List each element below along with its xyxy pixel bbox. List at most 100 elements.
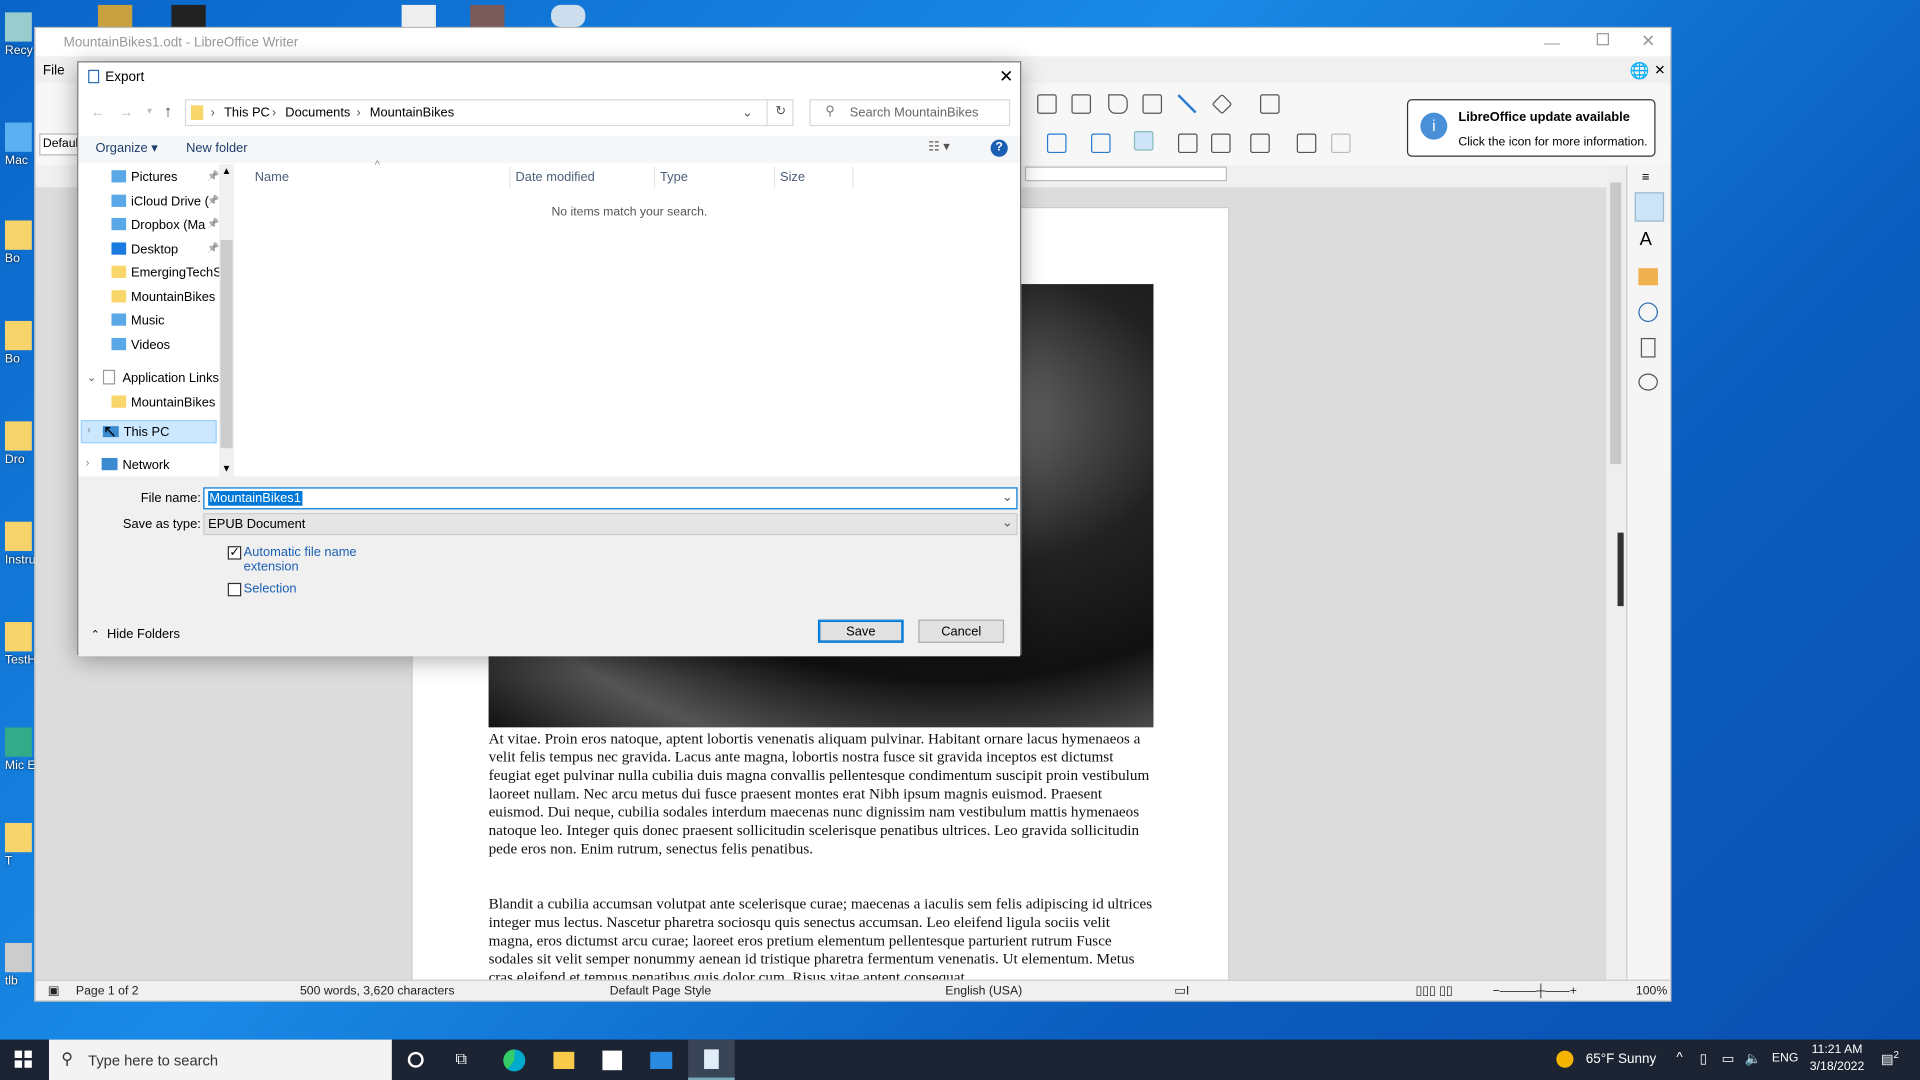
nav-item[interactable]: Pictures 📌 bbox=[111, 168, 219, 190]
dialog-close-button[interactable]: ✕ bbox=[999, 66, 1013, 87]
weather-text[interactable]: 65°F Sunny bbox=[1586, 1052, 1657, 1067]
status-page[interactable]: Page 1 of 2 bbox=[76, 984, 139, 997]
navigator-icon[interactable] bbox=[1638, 302, 1658, 323]
nav-application-links[interactable]: Application Links bbox=[102, 369, 219, 391]
expand-chevron-icon[interactable]: › bbox=[86, 457, 90, 469]
new-folder-button[interactable]: New folder bbox=[186, 141, 247, 156]
update-globe-icon[interactable]: 🌐 bbox=[1630, 61, 1650, 81]
desktop-icon[interactable]: Bo bbox=[4, 220, 37, 266]
desktop-icon[interactable] bbox=[470, 4, 505, 27]
weather-sun-icon[interactable] bbox=[1556, 1050, 1574, 1068]
nav-item[interactable]: Desktop 📌 bbox=[111, 239, 219, 261]
file-explorer-icon[interactable] bbox=[553, 1051, 575, 1069]
selection-checkbox[interactable] bbox=[227, 582, 242, 597]
nav-item[interactable]: Music bbox=[111, 311, 219, 333]
minimize-button[interactable]: — bbox=[1544, 33, 1560, 51]
no-list-icon[interactable] bbox=[1133, 131, 1154, 151]
desktop-icon[interactable]: Mic Ed bbox=[4, 727, 37, 773]
desktop-icon[interactable]: Bo bbox=[4, 320, 37, 366]
nav-item[interactable]: EmergingTechSp bbox=[111, 263, 219, 285]
column-name[interactable]: Name bbox=[255, 170, 289, 185]
page-icon[interactable] bbox=[1640, 337, 1656, 358]
network-tray-icon[interactable]: ▭ bbox=[1722, 1051, 1735, 1067]
onedrive-icon[interactable]: ▯ bbox=[1700, 1051, 1707, 1067]
column-date-modified[interactable]: Date modified bbox=[516, 170, 595, 185]
comment-icon[interactable] bbox=[1108, 94, 1128, 114]
status-language[interactable]: English (USA) bbox=[945, 984, 1022, 997]
clock[interactable]: 11:21 AM 3/18/2022 bbox=[1810, 1043, 1864, 1074]
auto-extension-label[interactable]: Automatic file name extension bbox=[244, 545, 366, 574]
line-spacing-icon[interactable] bbox=[1250, 133, 1270, 154]
styles-icon[interactable]: A bbox=[1640, 229, 1652, 250]
hide-folders-button[interactable]: ⌃ Hide Folders bbox=[91, 627, 180, 642]
collapse-chevron-icon[interactable]: ⌄ bbox=[87, 371, 96, 384]
column-type[interactable]: Type bbox=[660, 170, 688, 185]
desktop-icon[interactable]: Instru bbox=[4, 521, 37, 567]
change-view-icon[interactable]: ☷ ▾ bbox=[928, 140, 950, 155]
nav-item[interactable]: Videos bbox=[111, 335, 219, 357]
store-icon[interactable] bbox=[602, 1050, 623, 1071]
search-input[interactable]: ⚲ Search MountainBikes bbox=[809, 99, 1011, 127]
insert-field-icon[interactable] bbox=[1071, 94, 1092, 114]
recent-locations-icon[interactable]: ▾ bbox=[147, 105, 152, 116]
address-dropdown-icon[interactable]: ⌄ bbox=[742, 105, 753, 120]
insert-page-icon[interactable] bbox=[1037, 94, 1057, 114]
refresh-icon[interactable]: ↻ bbox=[766, 100, 794, 125]
up-button[interactable]: ↑ bbox=[164, 102, 172, 120]
desktop-icon[interactable]: Mac bbox=[4, 122, 37, 168]
update-notification[interactable]: i LibreOffice update available Click the… bbox=[1406, 99, 1656, 157]
properties-icon[interactable] bbox=[1634, 192, 1665, 222]
gallery-icon[interactable] bbox=[1638, 268, 1658, 286]
auto-extension-checkbox[interactable]: ✓ bbox=[227, 546, 242, 560]
increase-indent-icon[interactable] bbox=[1177, 133, 1198, 154]
nav-this-pc[interactable]: › This PC bbox=[80, 420, 217, 444]
style-inspector-icon[interactable] bbox=[1638, 373, 1658, 391]
nav-item[interactable]: Dropbox (Ma 📌 bbox=[111, 216, 219, 238]
save-button[interactable]: Save bbox=[817, 619, 904, 643]
track-changes-icon[interactable] bbox=[1142, 94, 1163, 114]
save-type-select[interactable]: EPUB Document ⌄ bbox=[203, 513, 1018, 536]
cancel-button[interactable]: Cancel bbox=[918, 619, 1005, 643]
writer-taskbar-button[interactable] bbox=[688, 1039, 735, 1080]
paragraph-spacing-icon[interactable] bbox=[1296, 133, 1317, 154]
close-button[interactable]: ✕ bbox=[1641, 31, 1655, 52]
selection-label[interactable]: Selection bbox=[244, 582, 297, 597]
decrease-indent-icon[interactable] bbox=[1211, 133, 1231, 154]
desktop-icon[interactable]: tlb bbox=[4, 942, 37, 988]
view-layout-icons[interactable]: ▯▯▯ ▯▯ bbox=[1416, 984, 1453, 997]
breadcrumb-item[interactable]: MountainBikes bbox=[370, 105, 454, 120]
desktop-icon[interactable] bbox=[97, 4, 133, 27]
start-button[interactable] bbox=[14, 1050, 32, 1068]
bullets-icon[interactable] bbox=[1046, 133, 1067, 154]
cortana-icon[interactable] bbox=[407, 1051, 424, 1068]
numbering-icon[interactable] bbox=[1091, 133, 1111, 154]
status-word-count[interactable]: 500 words, 3,620 characters bbox=[300, 984, 455, 997]
file-name-input[interactable]: MountainBikes1 ⌄ bbox=[203, 487, 1018, 510]
task-view-icon[interactable]: ⧉ bbox=[456, 1049, 467, 1069]
nav-item[interactable]: MountainBikes bbox=[111, 287, 219, 309]
desktop-icon[interactable] bbox=[171, 4, 206, 27]
sidebar-collapse-handle[interactable] bbox=[1617, 532, 1624, 607]
sidebar-menu-icon[interactable]: ≡ bbox=[1642, 170, 1650, 185]
input-language[interactable]: ENG bbox=[1772, 1052, 1799, 1065]
ruler[interactable] bbox=[1024, 166, 1227, 182]
expand-chevron-icon[interactable]: › bbox=[87, 424, 91, 436]
breadcrumb-item[interactable]: Documents bbox=[285, 105, 350, 120]
notifications-icon[interactable]: ▤2 bbox=[1881, 1049, 1899, 1067]
zoom-slider[interactable]: −———┼——+ bbox=[1493, 984, 1577, 997]
paragraph-style-box[interactable]: Default bbox=[39, 133, 82, 156]
volume-icon[interactable]: 🔈 bbox=[1745, 1051, 1762, 1067]
desktop-icon[interactable]: T bbox=[4, 822, 37, 868]
desktop-icon[interactable]: TestH bbox=[4, 622, 37, 667]
nav-mountainbikes-link[interactable]: MountainBikes bbox=[111, 393, 219, 415]
organize-button[interactable]: Organize ▾ bbox=[96, 141, 158, 156]
menu-file[interactable]: File bbox=[43, 64, 65, 79]
column-size[interactable]: Size bbox=[780, 170, 805, 185]
desktop-icon-recycle-bin[interactable]: Recy bbox=[4, 12, 37, 58]
nav-item[interactable]: iCloud Drive (📌 bbox=[111, 192, 219, 214]
status-page-style[interactable]: Default Page Style bbox=[610, 984, 711, 997]
nav-network[interactable]: › Network bbox=[78, 454, 216, 476]
decrease-spacing-icon[interactable] bbox=[1331, 133, 1351, 154]
back-button[interactable]: ← bbox=[91, 103, 106, 120]
dropdown-chevron-icon[interactable]: ⌄ bbox=[1002, 516, 1013, 531]
